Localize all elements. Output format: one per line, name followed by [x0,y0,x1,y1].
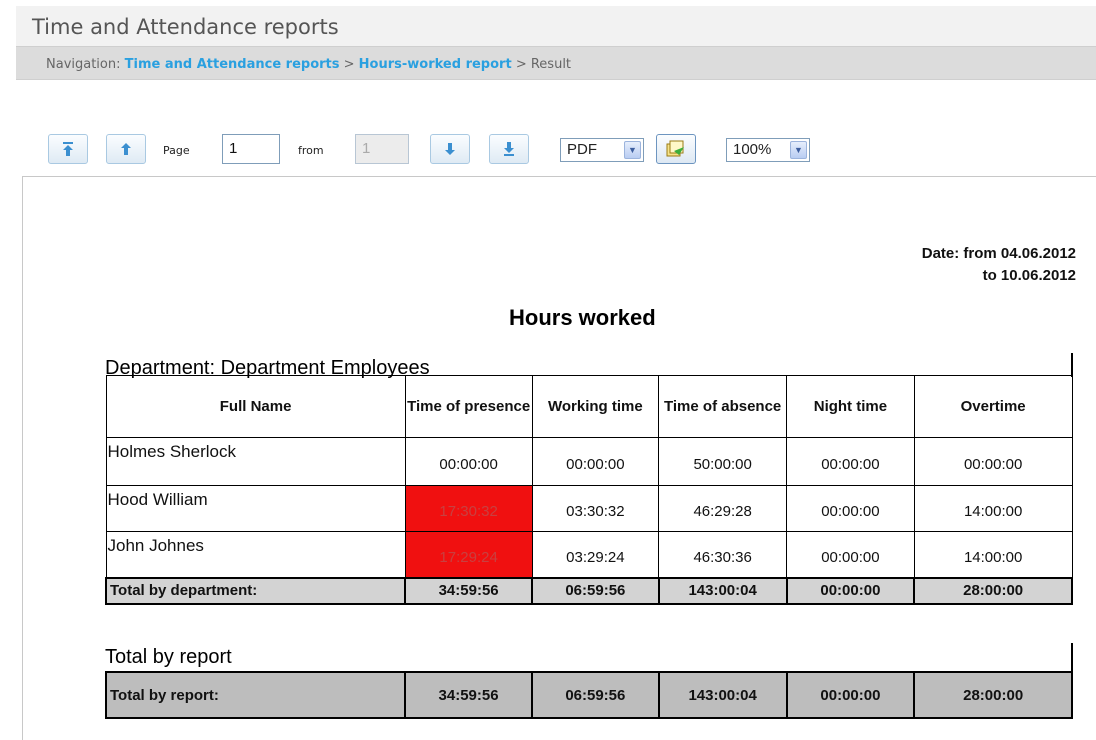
breadcrumb-separator: > [515,57,527,72]
table-row: Hood William 17:30:32 03:30:32 46:29:28 … [105,485,1073,532]
breadcrumb-separator: > [343,57,355,72]
total-working: 06:59:56 [530,671,660,719]
employee-name: Holmes Sherlock [105,437,406,486]
presence-cell: 00:00:00 [404,437,533,486]
total-overtime: 28:00:00 [913,671,1073,719]
absence-cell: 46:29:28 [658,485,788,532]
report-total-title: Total by report [105,646,232,668]
column-header: Overtime [913,375,1073,438]
first-page-icon [63,142,73,156]
arrow-down-icon [445,143,455,155]
absence-cell: 50:00:00 [658,437,788,486]
report-date-from: Date: from 04.06.2012 [921,245,1076,262]
total-absence: 143:00:04 [657,576,788,605]
night-cell: 00:00:00 [786,531,915,578]
total-label: Total by department: [104,576,407,605]
column-header: Working time [531,375,660,438]
report-title: Hours worked [509,305,656,330]
breadcrumb-prefix: Navigation: [46,57,121,72]
column-header: Time of absence [658,375,788,438]
app-title: Time and Attendance reports [16,6,1096,46]
page-number-input[interactable]: 1 [222,134,280,164]
next-page-button[interactable] [430,134,470,164]
working-cell: 03:30:32 [531,485,660,532]
absence-cell: 46:30:36 [658,531,788,578]
working-cell: 03:29:24 [531,531,660,578]
last-page-button[interactable] [489,134,529,164]
chevron-down-icon: ▼ [624,141,641,159]
report-date-to: to 10.06.2012 [982,267,1076,284]
previous-page-button[interactable] [106,134,146,164]
column-header: Night time [786,375,915,438]
total-night: 00:00:00 [785,671,916,719]
overtime-cell: 00:00:00 [913,437,1073,486]
section-divider [1071,643,1073,673]
report-total-table: Total by report: 34:59:56 06:59:56 143:0… [104,671,1073,719]
total-pages-field: 1 [355,134,409,164]
zoom-value: 100% [733,141,772,158]
first-page-button[interactable] [48,134,88,164]
employee-name: John Johnes [105,531,406,578]
presence-cell-highlighted: 17:29:24 [404,531,533,578]
table-row: Holmes Sherlock 00:00:00 00:00:00 50:00:… [105,437,1073,486]
breadcrumb-current: Result [530,57,572,72]
chevron-down-icon: ▼ [790,141,807,159]
total-presence: 34:59:56 [404,671,533,719]
zoom-select[interactable]: 100% ▼ [726,138,810,162]
employee-name: Hood William [105,485,406,532]
total-label: Total by report: [104,671,407,719]
working-cell: 00:00:00 [531,437,660,486]
table-row: John Johnes 17:29:24 03:29:24 46:30:36 0… [105,531,1073,578]
report-viewer: Date: from 04.06.2012 to 10.06.2012 Hour… [22,176,1096,740]
column-header: Time of presence [404,375,533,438]
last-page-icon [504,142,514,156]
overtime-cell: 14:00:00 [913,531,1073,578]
export-format-select[interactable]: PDF ▼ [560,138,644,162]
department-total-row: Total by department: 34:59:56 06:59:56 1… [104,576,1073,605]
column-header: Full Name [105,375,406,438]
total-presence: 34:59:56 [404,576,533,605]
export-format-value: PDF [567,141,597,158]
breadcrumb-link-reports[interactable]: Time and Attendance reports [125,57,340,72]
page-label: Page [163,144,190,157]
from-label: from [298,144,324,157]
total-night: 00:00:00 [785,576,916,605]
total-overtime: 28:00:00 [913,576,1073,605]
arrow-up-icon [121,143,131,155]
table-header-row: Full Name Time of presence Working time … [105,375,1073,438]
section-divider [1071,353,1073,377]
breadcrumb: Navigation: Time and Attendance reports … [16,46,1096,80]
department-table: Full Name Time of presence Working time … [104,375,1073,605]
report-total-row: Total by report: 34:59:56 06:59:56 143:0… [104,671,1073,719]
report-toolbar: Page 1 from 1 PDF ▼ 100% ▼ [48,134,848,168]
total-working: 06:59:56 [531,576,660,605]
total-absence: 143:00:04 [657,671,788,719]
breadcrumb-link-hours-worked[interactable]: Hours-worked report [359,57,512,72]
overtime-cell: 14:00:00 [913,485,1073,532]
export-icon [666,140,684,157]
export-button[interactable] [656,134,696,164]
night-cell: 00:00:00 [786,485,915,532]
presence-cell-highlighted: 17:30:32 [404,485,533,532]
night-cell: 00:00:00 [786,437,915,486]
